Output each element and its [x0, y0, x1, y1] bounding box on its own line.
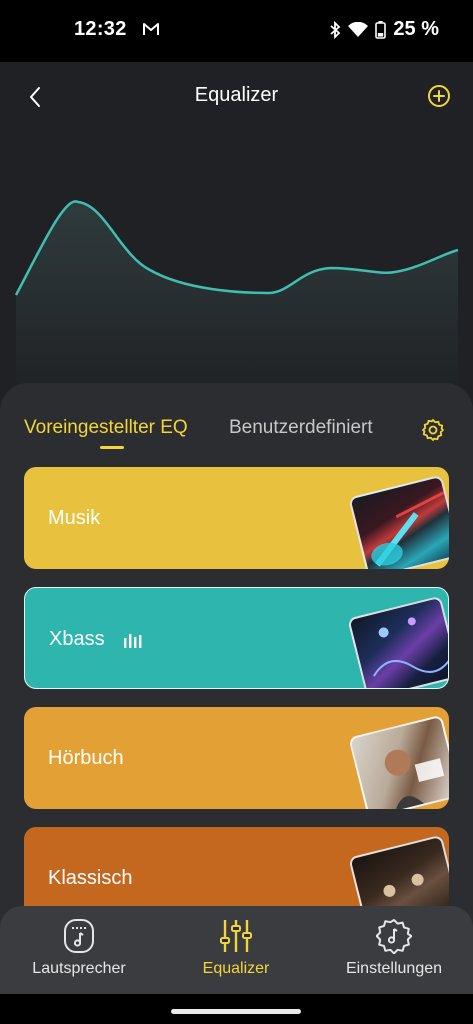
nav-item-equalizer[interactable]: Equalizer	[161, 918, 311, 978]
preset-label: Musik	[48, 507, 101, 529]
home-gesture-handle[interactable]	[171, 1009, 301, 1014]
eq-curve-graph	[14, 200, 459, 400]
speaker-icon	[64, 919, 94, 953]
nav-item-einstellungen[interactable]: Einstellungen	[319, 918, 469, 978]
nav-label: Einstellungen	[345, 960, 443, 977]
battery-icon	[375, 20, 387, 39]
sliders-icon	[220, 920, 252, 952]
tab-preset-eq[interactable]: Voreingestellter EQ	[24, 417, 188, 439]
eq-curve-fill	[16, 201, 458, 400]
preset-label: Klassisch	[48, 867, 133, 889]
page-title: Equalizer	[194, 84, 279, 106]
audiobook-reader-image	[348, 714, 449, 809]
battery-percent: 25 %	[393, 18, 439, 40]
now-playing-bars-icon	[124, 634, 142, 648]
add-preset-button[interactable]	[425, 82, 453, 110]
preset-card-hoerbuch[interactable]: Hörbuch	[24, 707, 449, 809]
gmail-icon	[142, 22, 160, 41]
bluetooth-icon	[329, 20, 341, 39]
preset-card-xbass[interactable]: Xbass	[24, 587, 449, 689]
tab-custom-eq[interactable]: Benutzerdefiniert	[229, 417, 373, 439]
eq-tabs: Voreingestellter EQ Benutzerdefiniert	[0, 383, 473, 463]
nav-label: Lautsprecher	[32, 960, 126, 977]
gesture-area	[0, 994, 473, 1024]
plus-circle-icon	[428, 85, 450, 107]
tab-active-indicator	[100, 446, 124, 449]
gear-icon	[422, 419, 444, 441]
bottom-navigation: Lautsprecher Equalizer Einstellungen	[0, 906, 473, 1002]
status-time: 12:32	[74, 18, 127, 40]
preset-label: Xbass	[49, 628, 105, 650]
eq-settings-button[interactable]	[421, 418, 445, 442]
wifi-icon	[348, 21, 369, 38]
guitar-image	[348, 474, 449, 569]
settings-gear-icon	[376, 919, 412, 954]
nav-item-lautsprecher[interactable]: Lautsprecher	[4, 918, 154, 978]
nav-label: Equalizer	[202, 960, 270, 977]
preset-card-musik[interactable]: Musik	[24, 467, 449, 569]
preset-label: Hörbuch	[48, 747, 124, 769]
status-bar: 12:32 25 %	[0, 0, 473, 62]
concert-image	[347, 595, 448, 688]
